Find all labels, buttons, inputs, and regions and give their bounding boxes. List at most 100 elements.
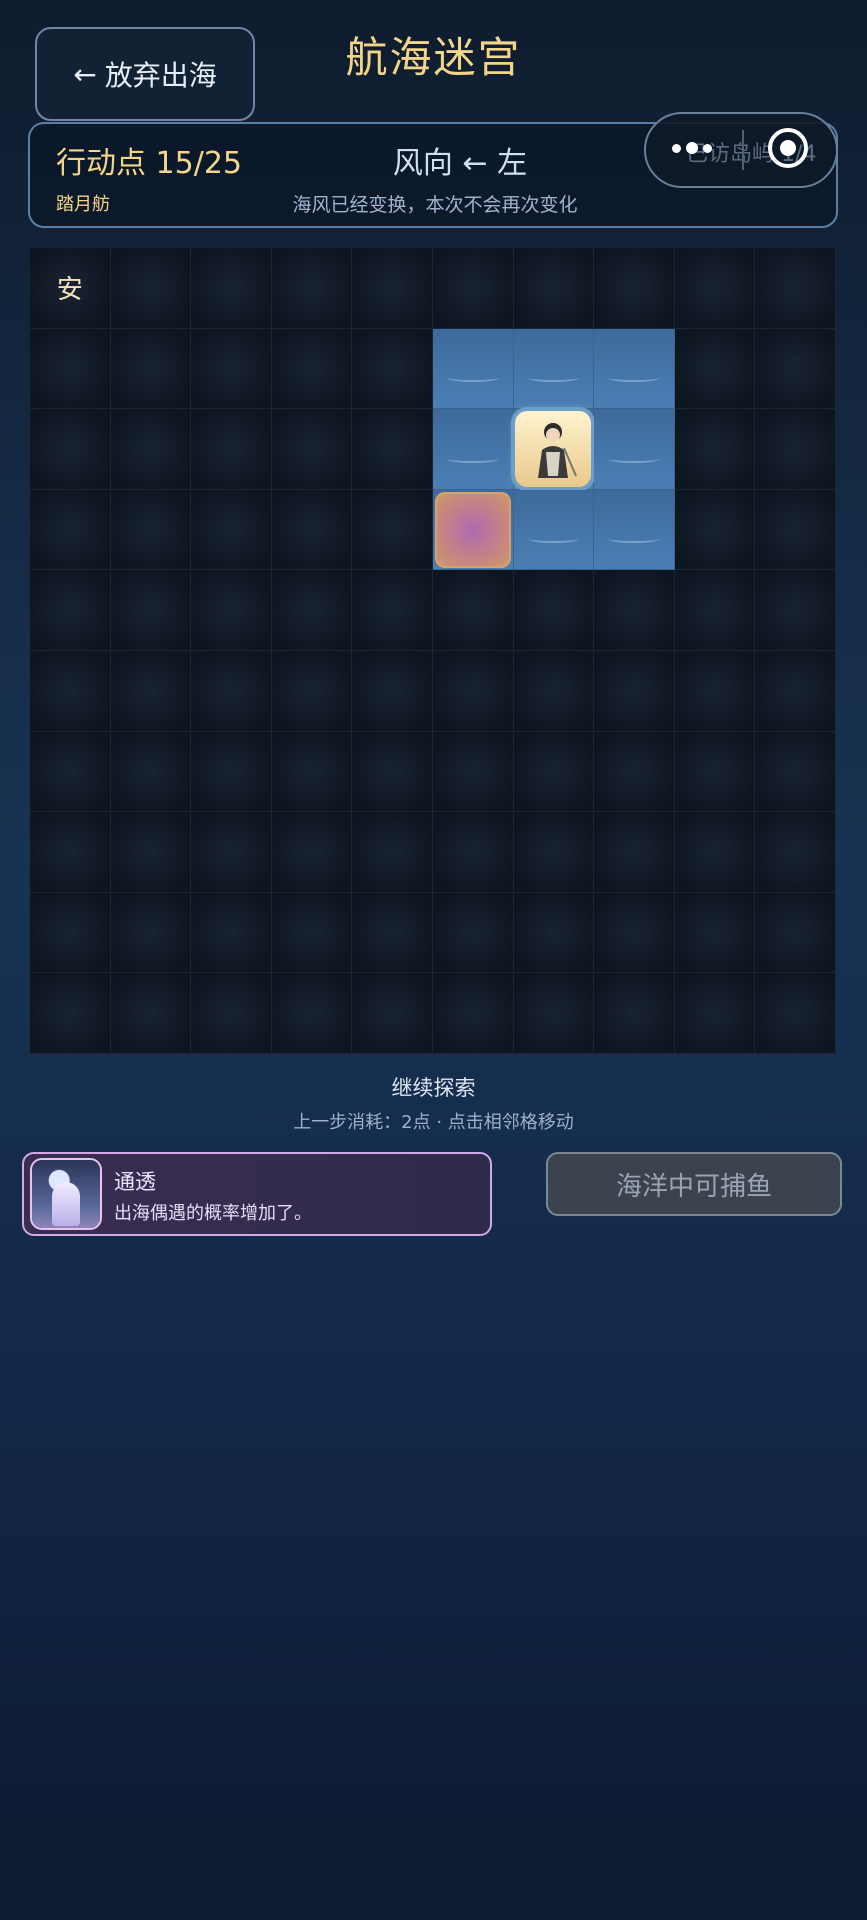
grid-cell[interactable] bbox=[594, 248, 675, 329]
grid-cell[interactable] bbox=[674, 650, 756, 732]
grid-cell[interactable] bbox=[30, 570, 111, 651]
grid-cell[interactable] bbox=[674, 570, 756, 651]
grid-cell[interactable] bbox=[191, 248, 272, 329]
grid-cell[interactable] bbox=[191, 973, 272, 1054]
close-miniprogram-icon[interactable] bbox=[768, 128, 808, 168]
grid-cell[interactable] bbox=[271, 973, 353, 1054]
grid-cell[interactable] bbox=[191, 812, 272, 893]
grid-cell[interactable] bbox=[30, 489, 111, 571]
grid-cell[interactable] bbox=[432, 650, 514, 732]
grid-cell[interactable] bbox=[191, 650, 272, 732]
water-cell[interactable] bbox=[594, 328, 675, 410]
grid-cell[interactable] bbox=[110, 570, 192, 651]
grid-cell[interactable] bbox=[352, 570, 433, 651]
grid-cell[interactable] bbox=[594, 812, 675, 893]
water-cell[interactable] bbox=[432, 328, 514, 410]
grid-cell[interactable] bbox=[110, 328, 192, 410]
grid-cell[interactable] bbox=[513, 248, 595, 329]
grid-cell[interactable] bbox=[30, 812, 111, 893]
grid-cell[interactable] bbox=[674, 973, 756, 1054]
grid-cell[interactable] bbox=[755, 328, 836, 410]
grid-cell[interactable] bbox=[191, 731, 272, 813]
water-cell[interactable] bbox=[513, 328, 595, 410]
grid-cell[interactable] bbox=[352, 812, 433, 893]
grid-cell[interactable] bbox=[432, 892, 514, 974]
grid-cell[interactable] bbox=[432, 248, 514, 329]
grid-cell[interactable] bbox=[594, 731, 675, 813]
grid-cell[interactable] bbox=[271, 489, 353, 571]
island-cell[interactable] bbox=[432, 489, 514, 571]
more-icon[interactable] bbox=[672, 136, 722, 160]
grid-cell[interactable] bbox=[30, 731, 111, 813]
grid-cell[interactable] bbox=[271, 409, 353, 490]
grid-cell[interactable] bbox=[110, 409, 192, 490]
grid-cell[interactable] bbox=[594, 570, 675, 651]
grid-cell[interactable] bbox=[674, 489, 756, 571]
grid-cell[interactable] bbox=[755, 409, 836, 490]
water-cell[interactable] bbox=[594, 409, 675, 490]
grid-cell[interactable] bbox=[755, 248, 836, 329]
grid-cell[interactable] bbox=[352, 731, 433, 813]
grid-cell[interactable] bbox=[513, 812, 595, 893]
grid-cell[interactable] bbox=[30, 409, 111, 490]
grid-cell[interactable] bbox=[352, 650, 433, 732]
grid-cell[interactable] bbox=[352, 973, 433, 1054]
grid-cell[interactable] bbox=[755, 973, 836, 1054]
grid-cell[interactable] bbox=[110, 812, 192, 893]
grid-cell[interactable] bbox=[513, 650, 595, 732]
grid-cell[interactable] bbox=[513, 973, 595, 1054]
grid-cell[interactable] bbox=[110, 650, 192, 732]
grid-cell[interactable] bbox=[30, 973, 111, 1054]
grid-cell[interactable] bbox=[352, 248, 433, 329]
grid-cell[interactable] bbox=[30, 650, 111, 732]
grid-cell[interactable] bbox=[352, 489, 433, 571]
grid-cell[interactable] bbox=[30, 328, 111, 410]
grid-cell[interactable] bbox=[432, 570, 514, 651]
grid-cell[interactable] bbox=[674, 409, 756, 490]
grid-cell[interactable] bbox=[271, 570, 353, 651]
grid-cell[interactable] bbox=[674, 328, 756, 410]
grid-cell[interactable] bbox=[755, 812, 836, 893]
grid-cell[interactable] bbox=[674, 892, 756, 974]
water-cell[interactable] bbox=[513, 489, 595, 571]
grid-cell[interactable] bbox=[755, 892, 836, 974]
fishing-button[interactable]: 海洋中可捕鱼 bbox=[546, 1152, 842, 1216]
grid-cell[interactable] bbox=[271, 328, 353, 410]
grid-cell[interactable] bbox=[513, 570, 595, 651]
grid-cell[interactable] bbox=[674, 731, 756, 813]
water-cell[interactable] bbox=[513, 409, 595, 490]
grid-cell[interactable] bbox=[352, 409, 433, 490]
grid-cell[interactable] bbox=[755, 489, 836, 571]
grid-cell[interactable] bbox=[432, 812, 514, 893]
grid-cell[interactable] bbox=[513, 731, 595, 813]
grid-cell[interactable] bbox=[110, 892, 192, 974]
grid-cell[interactable] bbox=[755, 731, 836, 813]
grid-cell[interactable] bbox=[191, 328, 272, 410]
grid-cell[interactable] bbox=[755, 570, 836, 651]
water-cell[interactable] bbox=[432, 409, 514, 490]
grid-cell[interactable] bbox=[110, 731, 192, 813]
grid-cell[interactable] bbox=[110, 973, 192, 1054]
grid-cell[interactable] bbox=[594, 973, 675, 1054]
grid-cell[interactable] bbox=[110, 489, 192, 571]
grid-cell[interactable] bbox=[191, 892, 272, 974]
grid-cell[interactable] bbox=[271, 650, 353, 732]
grid-cell[interactable] bbox=[271, 892, 353, 974]
grid-cell[interactable] bbox=[30, 892, 111, 974]
grid-cell[interactable] bbox=[594, 650, 675, 732]
grid-cell[interactable] bbox=[432, 973, 514, 1054]
grid-cell[interactable] bbox=[271, 731, 353, 813]
grid-cell[interactable] bbox=[674, 812, 756, 893]
grid-cell[interactable] bbox=[110, 248, 192, 329]
grid-cell[interactable] bbox=[191, 570, 272, 651]
grid-cell[interactable] bbox=[352, 892, 433, 974]
grid-cell[interactable] bbox=[352, 328, 433, 410]
grid-cell[interactable] bbox=[271, 248, 353, 329]
grid-cell[interactable] bbox=[432, 731, 514, 813]
grid-cell[interactable] bbox=[191, 489, 272, 571]
grid-cell[interactable] bbox=[191, 409, 272, 490]
grid-cell[interactable] bbox=[674, 248, 756, 329]
grid-cell[interactable] bbox=[513, 892, 595, 974]
water-cell[interactable] bbox=[594, 489, 675, 571]
grid-cell[interactable] bbox=[594, 892, 675, 974]
